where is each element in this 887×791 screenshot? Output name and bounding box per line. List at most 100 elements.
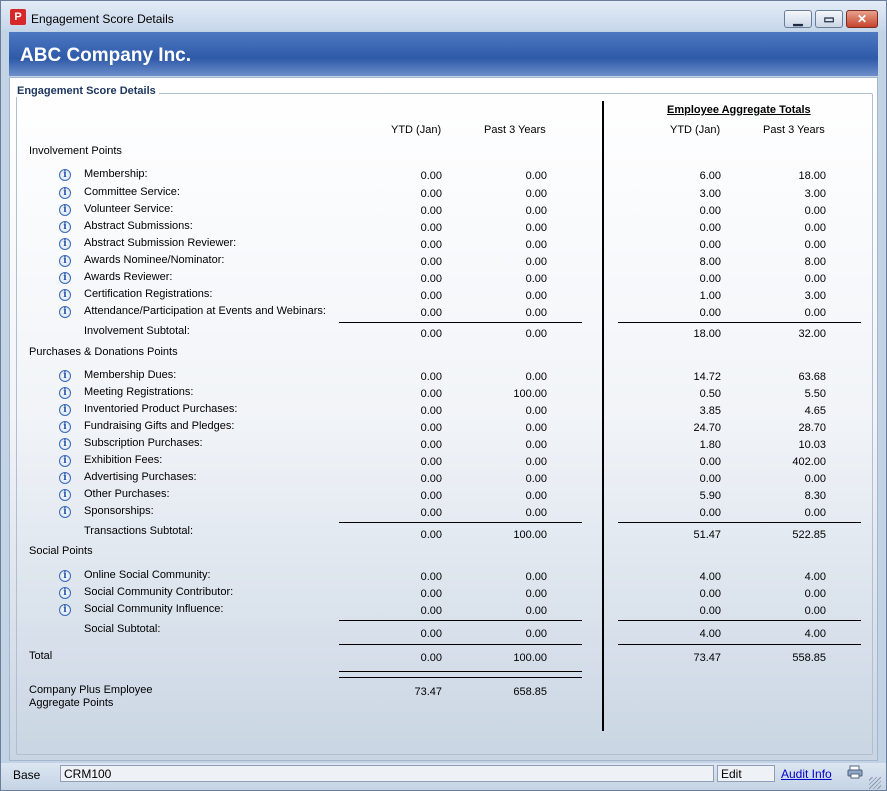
row-emp-ytd: 0.00 bbox=[699, 307, 721, 319]
row-emp-ytd: 1.00 bbox=[699, 290, 721, 302]
info-icon[interactable]: i bbox=[59, 187, 71, 199]
emp-subtotal-rule bbox=[618, 322, 861, 323]
info-icon[interactable]: i bbox=[59, 587, 71, 599]
info-icon[interactable]: i bbox=[59, 221, 71, 233]
row-ytd: 0.00 bbox=[420, 239, 442, 251]
employee-totals-header: Employee Aggregate Totals bbox=[667, 104, 811, 116]
row-emp-ytd: 6.00 bbox=[699, 170, 721, 182]
info-icon[interactable]: i bbox=[59, 387, 71, 399]
app-logo-icon: P bbox=[10, 9, 26, 25]
row-emp-past3: 5.50 bbox=[804, 388, 826, 400]
row-label: Awards Reviewer: bbox=[84, 271, 173, 283]
emp-subtotal-rule bbox=[618, 522, 861, 523]
row-emp-past3: 0.00 bbox=[804, 473, 826, 485]
row-emp-ytd: 1.80 bbox=[699, 439, 721, 451]
company-plus-label-2: Aggregate Points bbox=[29, 697, 114, 709]
row-emp-ytd: 0.50 bbox=[699, 388, 721, 400]
row-emp-ytd: 3.00 bbox=[699, 188, 721, 200]
info-icon[interactable]: i bbox=[59, 472, 71, 484]
row-emp-ytd: 0.00 bbox=[699, 605, 721, 617]
row-ytd: 0.00 bbox=[420, 388, 442, 400]
row-emp-ytd: 0.00 bbox=[699, 239, 721, 251]
printer-icon[interactable] bbox=[847, 765, 863, 779]
window-title: Engagement Score Details bbox=[31, 12, 174, 26]
info-icon[interactable]: i bbox=[59, 506, 71, 518]
row-ytd: 0.00 bbox=[420, 439, 442, 451]
row-past3: 100.00 bbox=[513, 388, 547, 400]
total-double-rule-2 bbox=[339, 677, 582, 678]
row-emp-ytd: 3.85 bbox=[699, 405, 721, 417]
group-title: Social Points bbox=[29, 545, 93, 557]
row-emp-past3: 0.00 bbox=[804, 205, 826, 217]
minimize-button[interactable]: ▁ bbox=[784, 10, 812, 28]
close-button[interactable]: ✕ bbox=[846, 10, 878, 28]
info-icon[interactable]: i bbox=[59, 421, 71, 433]
row-emp-ytd: 0.00 bbox=[699, 205, 721, 217]
section-title: Engagement Score Details bbox=[14, 85, 159, 97]
row-label: Subscription Purchases: bbox=[84, 437, 203, 449]
subtotal-ytd: 0.00 bbox=[420, 328, 442, 340]
row-emp-ytd: 0.00 bbox=[699, 588, 721, 600]
row-past3: 0.00 bbox=[525, 422, 547, 434]
info-icon[interactable]: i bbox=[59, 570, 71, 582]
row-label: Exhibition Fees: bbox=[84, 454, 163, 466]
company-plus-ytd: 73.47 bbox=[414, 686, 442, 698]
info-icon[interactable]: i bbox=[59, 255, 71, 267]
row-label: Online Social Community: bbox=[84, 569, 211, 581]
row-emp-past3: 63.68 bbox=[798, 371, 826, 383]
resize-grip[interactable] bbox=[869, 777, 881, 789]
audit-info-link[interactable]: Audit Info bbox=[781, 767, 832, 781]
info-icon[interactable]: i bbox=[59, 438, 71, 450]
company-banner: ABC Company Inc. bbox=[9, 32, 878, 76]
row-emp-past3: 8.30 bbox=[804, 490, 826, 502]
info-icon[interactable]: i bbox=[59, 370, 71, 382]
row-past3: 0.00 bbox=[525, 456, 547, 468]
row-ytd: 0.00 bbox=[420, 571, 442, 583]
info-icon[interactable]: i bbox=[59, 306, 71, 318]
company-plus-label-1: Company Plus Employee bbox=[29, 684, 153, 696]
row-ytd: 0.00 bbox=[420, 371, 442, 383]
maximize-button[interactable]: ▭ bbox=[815, 10, 843, 28]
info-icon[interactable]: i bbox=[59, 204, 71, 216]
row-past3: 0.00 bbox=[525, 490, 547, 502]
subtotal-ytd: 0.00 bbox=[420, 529, 442, 541]
row-ytd: 0.00 bbox=[420, 507, 442, 519]
row-label: Social Community Contributor: bbox=[84, 586, 234, 598]
row-emp-ytd: 8.00 bbox=[699, 256, 721, 268]
info-icon[interactable]: i bbox=[59, 455, 71, 467]
row-past3: 0.00 bbox=[525, 273, 547, 285]
info-icon[interactable]: i bbox=[59, 489, 71, 501]
row-past3: 0.00 bbox=[525, 473, 547, 485]
row-emp-past3: 10.03 bbox=[798, 439, 826, 451]
info-icon[interactable]: i bbox=[59, 238, 71, 250]
row-ytd: 0.00 bbox=[420, 290, 442, 302]
total-emp-past3: 558.85 bbox=[792, 652, 826, 664]
total-past3: 100.00 bbox=[513, 652, 547, 664]
status-base-label: Base bbox=[13, 768, 41, 782]
row-past3: 0.00 bbox=[525, 307, 547, 319]
info-icon[interactable]: i bbox=[59, 289, 71, 301]
info-icon[interactable]: i bbox=[59, 604, 71, 616]
group-title: Purchases & Donations Points bbox=[29, 346, 178, 358]
row-ytd: 0.00 bbox=[420, 170, 442, 182]
row-emp-past3: 402.00 bbox=[792, 456, 826, 468]
status-code-field: CRM100 bbox=[60, 765, 714, 782]
row-emp-past3: 0.00 bbox=[804, 588, 826, 600]
row-label: Membership: bbox=[84, 168, 148, 180]
maximize-icon: ▭ bbox=[823, 12, 835, 26]
row-past3: 0.00 bbox=[525, 571, 547, 583]
row-emp-past3: 0.00 bbox=[804, 507, 826, 519]
row-label: Meeting Registrations: bbox=[84, 386, 194, 398]
row-label: Sponsorships: bbox=[84, 505, 154, 517]
row-emp-past3: 0.00 bbox=[804, 222, 826, 234]
row-emp-past3: 8.00 bbox=[804, 256, 826, 268]
row-ytd: 0.00 bbox=[420, 456, 442, 468]
info-icon[interactable]: i bbox=[59, 404, 71, 416]
info-icon[interactable]: i bbox=[59, 169, 71, 181]
close-icon: ✕ bbox=[856, 12, 868, 26]
row-ytd: 0.00 bbox=[420, 256, 442, 268]
info-icon[interactable]: i bbox=[59, 272, 71, 284]
subtotal-emp-ytd: 4.00 bbox=[699, 628, 721, 640]
row-ytd: 0.00 bbox=[420, 422, 442, 434]
subtotal-label: Social Subtotal: bbox=[84, 623, 161, 635]
